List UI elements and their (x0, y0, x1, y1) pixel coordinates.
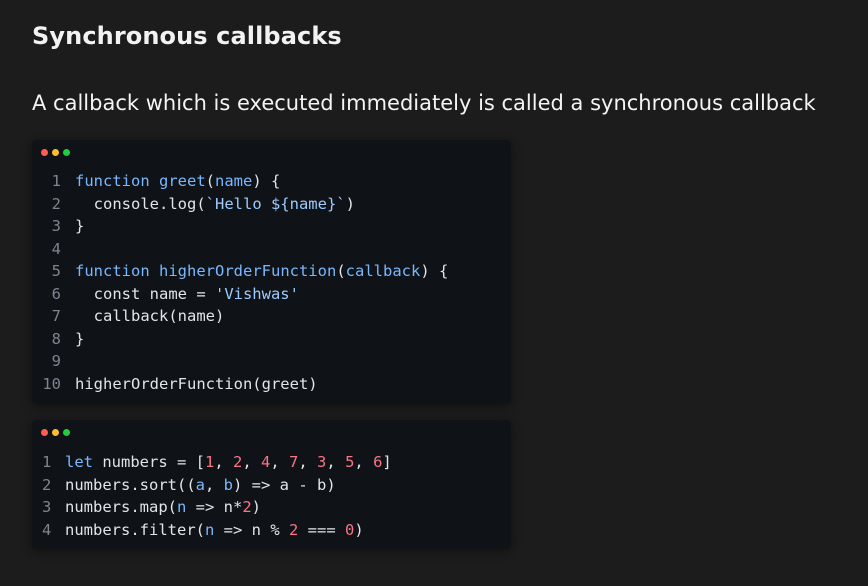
line-number: 2 (42, 475, 52, 494)
code-line: 9 (42, 350, 448, 373)
red-dot-icon (41, 149, 48, 156)
line-number: 2 (51, 194, 61, 213)
line-number: 9 (51, 352, 61, 370)
line-number: 4 (51, 239, 61, 258)
code-token: ) (251, 498, 262, 516)
code-token: 6 (373, 453, 383, 471)
green-dot-icon (63, 149, 70, 156)
code-line: 8} (42, 328, 448, 351)
code-token: console.log( (75, 194, 206, 213)
code-token: , (298, 453, 318, 471)
code-token: b (223, 475, 234, 494)
code-window-greet-example: 1 function greet(name) {2 console.log(`He… (32, 140, 511, 404)
code-token: let (65, 453, 93, 471)
code-line: 3} (42, 215, 448, 238)
red-dot-icon (41, 429, 48, 436)
code-token: => n* (186, 498, 243, 516)
code-token: ) { (420, 262, 449, 280)
code-token: 'Vishwas' (214, 284, 299, 303)
code-line: 4 (42, 238, 448, 261)
code-block: 1 function greet(name) {2 console.log(`He… (42, 170, 448, 395)
yellow-dot-icon (52, 429, 59, 436)
code-token: ) (354, 520, 364, 539)
code-token: a (195, 475, 205, 494)
code-token: ( (336, 262, 346, 280)
code-token: === (298, 520, 345, 539)
code-token: higherOrderFunction(greet) (75, 374, 318, 393)
code-token: ) => a - b) (233, 475, 336, 494)
code-token: 2 (233, 453, 243, 471)
line-number: 1 (51, 172, 61, 190)
code-token: callback (345, 262, 421, 280)
code-token: n (204, 520, 215, 539)
code-token: 2 (288, 520, 299, 539)
line-number: 6 (51, 284, 61, 303)
code-token: n (176, 498, 187, 516)
line-number: 7 (51, 307, 61, 325)
line-number: 3 (42, 498, 52, 516)
code-token: name (215, 172, 253, 190)
code-token: function (75, 172, 159, 190)
code-token: , (214, 453, 233, 471)
code-block: 1 let numbers = [1, 2, 4, 7, 3, 5, 6] 2 num… (42, 451, 392, 541)
code-token: 5 (345, 453, 355, 471)
code-token: 0 (345, 520, 355, 539)
code-token: , (205, 475, 224, 494)
code-line: 1 let numbers = [1, 2, 4, 7, 3, 5, 6] (42, 451, 392, 474)
line-number: 3 (51, 217, 61, 235)
code-token: callback(name) (75, 307, 225, 325)
code-token: } (75, 329, 85, 348)
code-token: numbers.map( (65, 498, 177, 516)
code-token: const name = (75, 284, 215, 303)
code-token: , (270, 453, 290, 471)
code-token: 4 (261, 453, 271, 471)
code-line: 2 numbers.sort((a, b) => a - b) (42, 474, 392, 497)
line-number: 1 (42, 453, 52, 471)
code-line: 1 function greet(name) { (42, 170, 448, 193)
code-token: , (354, 453, 374, 471)
code-token: 3 (317, 453, 327, 471)
slide-subtitle: A callback which is executed immediately… (32, 91, 816, 115)
code-line: 4 numbers.filter(n => n % 2 === 0) (42, 519, 392, 542)
code-token: numbers = [ (93, 453, 205, 471)
code-token: `Hello ${name}` (205, 194, 346, 213)
code-token: greet (159, 172, 206, 190)
code-token: 2 (242, 498, 252, 516)
code-token: 1 (204, 453, 215, 471)
code-token: 7 (289, 453, 299, 471)
code-token: higherOrderFunction (159, 262, 337, 280)
window-controls (41, 429, 70, 436)
code-line: 3 numbers.map(n => n* 2) (42, 496, 392, 519)
code-line: 6 const name = 'Vishwas' (42, 283, 448, 306)
line-number: 8 (51, 329, 61, 348)
code-window-array-methods: 1 let numbers = [1, 2, 4, 7, 3, 5, 6] 2 num… (32, 420, 511, 549)
code-token: ] (382, 453, 392, 471)
yellow-dot-icon (52, 149, 59, 156)
window-controls (41, 149, 70, 156)
line-number: 10 (42, 374, 61, 393)
code-token: ( (205, 172, 216, 190)
code-token: , (242, 453, 262, 471)
code-line: 2 console.log(`Hello ${name}`) (42, 193, 448, 216)
code-token: } (75, 217, 85, 235)
line-number: 5 (51, 262, 61, 280)
code-token: numbers.filter( (65, 520, 205, 539)
code-line: 5 function higherOrderFunction(callback) … (42, 260, 449, 283)
code-token: => n % (214, 520, 289, 539)
code-token: ) (345, 194, 355, 213)
code-token: ) { (252, 172, 281, 190)
code-line: 7 callback(name) (42, 305, 448, 328)
line-number: 4 (42, 520, 52, 539)
code-token: function (75, 262, 159, 280)
green-dot-icon (63, 429, 70, 436)
code-token: , (326, 453, 346, 471)
code-token: numbers.sort(( (65, 475, 196, 494)
slide-title: Synchronous callbacks (32, 22, 342, 50)
code-line: 10 higherOrderFunction(greet) (42, 373, 448, 396)
